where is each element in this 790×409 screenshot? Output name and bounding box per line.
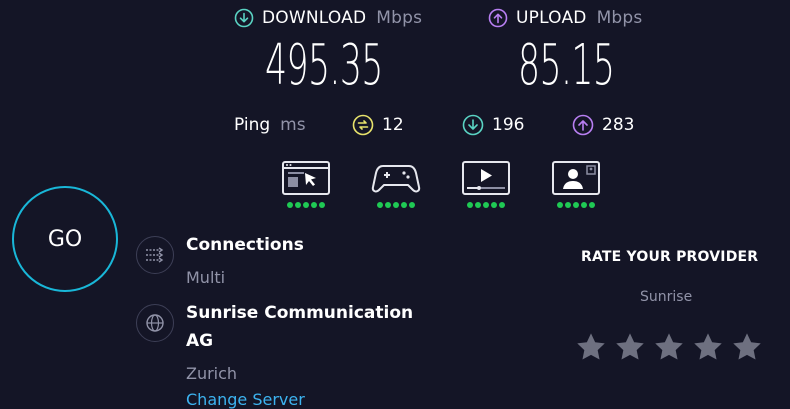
gaming-icon [371, 165, 421, 193]
rating-dot [311, 202, 317, 208]
activity-gaming[interactable] [371, 160, 421, 208]
activity-rating-dots [287, 202, 325, 208]
ping-upload: 283 [572, 114, 634, 136]
upload-header: UPLOAD Mbps [488, 8, 642, 28]
rating-dot [491, 202, 497, 208]
download-unit: Mbps [376, 8, 423, 28]
change-server-link[interactable]: Change Server [186, 390, 305, 409]
activity-rating-dots [467, 202, 505, 208]
rate-provider-name: Sunrise [640, 289, 693, 305]
arrow-up-circle-icon [488, 8, 508, 28]
rating-dot [475, 202, 481, 208]
rating-dot [565, 202, 571, 208]
rating-dot [483, 202, 489, 208]
rate-provider-title: RATE YOUR PROVIDER [581, 249, 759, 265]
rating-dot [409, 202, 415, 208]
rating-stars [575, 331, 763, 363]
globe-icon [146, 314, 164, 332]
rating-dot [589, 202, 595, 208]
video-chat-icon [552, 161, 600, 195]
rating-dot [287, 202, 293, 208]
go-button[interactable]: GO [12, 186, 118, 292]
download-header: DOWNLOAD Mbps [234, 8, 422, 28]
rating-dot [467, 202, 473, 208]
video-streaming-icon [462, 161, 510, 195]
web-browsing-icon [282, 161, 330, 195]
activity-video-chat[interactable] [551, 160, 601, 208]
server-title-line1: Sunrise Communication [186, 303, 414, 323]
arrow-down-circle-icon [234, 8, 254, 28]
ping-label-group: Ping ms [234, 115, 306, 135]
activity-rating-dots [557, 202, 595, 208]
star-icon[interactable] [692, 331, 724, 363]
go-button-label: GO [47, 226, 83, 252]
ping-idle-icon [352, 114, 374, 136]
activity-web-browsing[interactable] [281, 160, 331, 208]
rating-dot [295, 202, 301, 208]
ping-unit: ms [280, 115, 306, 135]
star-icon[interactable] [653, 331, 685, 363]
activity-video-streaming[interactable] [461, 160, 511, 208]
star-icon[interactable] [575, 331, 607, 363]
ping-download: 196 [462, 114, 524, 136]
rating-dot [385, 202, 391, 208]
ping-upload-value: 283 [602, 115, 635, 135]
server-location: Zurich [186, 364, 238, 383]
rating-dot [401, 202, 407, 208]
download-label: DOWNLOAD [262, 8, 367, 28]
upload-label: UPLOAD [516, 8, 587, 28]
rating-dot [573, 202, 579, 208]
rating-dot [393, 202, 399, 208]
ping-idle-value: 12 [382, 115, 404, 135]
connections-value: Multi [186, 268, 226, 287]
activity-rating-dots [377, 202, 415, 208]
ping-idle: 12 [352, 114, 404, 136]
star-icon[interactable] [731, 331, 763, 363]
rating-dot [499, 202, 505, 208]
ping-download-value: 196 [492, 115, 525, 135]
ping-label: Ping [234, 115, 271, 135]
arrow-down-circle-icon [462, 114, 484, 136]
connections-title: Connections [186, 235, 304, 255]
rating-dot [303, 202, 309, 208]
globe-icon-wrap [136, 304, 174, 342]
rating-dot [557, 202, 563, 208]
arrow-up-circle-icon [572, 114, 594, 136]
rating-dot [377, 202, 383, 208]
upload-value: 85.15 [518, 33, 615, 98]
upload-unit: Mbps [596, 8, 643, 28]
rating-dot [581, 202, 587, 208]
connections-icon [146, 247, 164, 263]
download-value: 495.35 [265, 33, 383, 98]
rating-dot [319, 202, 325, 208]
connections-icon-wrap [136, 236, 174, 274]
server-title-line2: AG [186, 331, 214, 351]
star-icon[interactable] [614, 331, 646, 363]
